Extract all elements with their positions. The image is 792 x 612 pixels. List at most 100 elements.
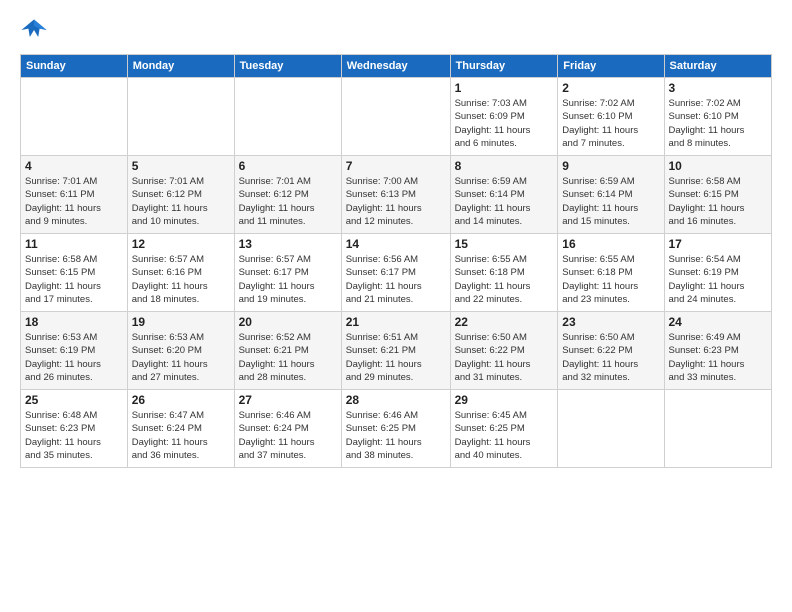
- day-detail: Sunrise: 6:46 AM Sunset: 6:25 PM Dayligh…: [346, 409, 446, 462]
- day-detail: Sunrise: 6:53 AM Sunset: 6:19 PM Dayligh…: [25, 331, 123, 384]
- calendar-cell: 13 Sunrise: 6:57 AM Sunset: 6:17 PM Dayli…: [234, 234, 341, 312]
- day-detail: Sunrise: 6:54 AM Sunset: 6:19 PM Dayligh…: [669, 253, 768, 306]
- calendar-cell: 9 Sunrise: 6:59 AM Sunset: 6:14 PM Daylig…: [558, 156, 664, 234]
- calendar-cell: 2Sunrise: 7:02 AM Sunset: 6:10 PM Daylig…: [558, 78, 664, 156]
- calendar-cell: 26 Sunrise: 6:47 AM Sunset: 6:24 PM Dayli…: [127, 390, 234, 468]
- day-number: 26: [132, 393, 230, 407]
- day-detail: Sunrise: 7:01 AM Sunset: 6:11 PM Dayligh…: [25, 175, 123, 228]
- day-number: 7: [346, 159, 446, 173]
- calendar-cell: 28 Sunrise: 6:46 AM Sunset: 6:25 PM Dayli…: [341, 390, 450, 468]
- day-detail: Sunrise: 6:58 AM Sunset: 6:15 PM Dayligh…: [25, 253, 123, 306]
- calendar-cell: 12 Sunrise: 6:57 AM Sunset: 6:16 PM Dayli…: [127, 234, 234, 312]
- calendar-cell: 20 Sunrise: 6:52 AM Sunset: 6:21 PM Dayli…: [234, 312, 341, 390]
- day-number: 3: [669, 81, 768, 95]
- header-cell-saturday: Saturday: [664, 55, 772, 78]
- day-detail: Sunrise: 6:53 AM Sunset: 6:20 PM Dayligh…: [132, 331, 230, 384]
- day-number: 12: [132, 237, 230, 251]
- day-number: 13: [239, 237, 337, 251]
- day-detail: Sunrise: 6:48 AM Sunset: 6:23 PM Dayligh…: [25, 409, 123, 462]
- day-detail: Sunrise: 6:52 AM Sunset: 6:21 PM Dayligh…: [239, 331, 337, 384]
- day-detail: Sunrise: 6:59 AM Sunset: 6:14 PM Dayligh…: [455, 175, 554, 228]
- page: SundayMondayTuesdayWednesdayThursdayFrid…: [0, 0, 792, 478]
- day-detail: Sunrise: 6:50 AM Sunset: 6:22 PM Dayligh…: [455, 331, 554, 384]
- day-number: 25: [25, 393, 123, 407]
- day-detail: Sunrise: 6:50 AM Sunset: 6:22 PM Dayligh…: [562, 331, 659, 384]
- calendar-cell: 17Sunrise: 6:54 AM Sunset: 6:19 PM Dayli…: [664, 234, 772, 312]
- logo-icon: [20, 16, 48, 44]
- day-number: 23: [562, 315, 659, 329]
- calendar-cell: 27 Sunrise: 6:46 AM Sunset: 6:24 PM Dayli…: [234, 390, 341, 468]
- day-number: 20: [239, 315, 337, 329]
- day-detail: Sunrise: 6:57 AM Sunset: 6:17 PM Dayligh…: [239, 253, 337, 306]
- calendar-cell: 18 Sunrise: 6:53 AM Sunset: 6:19 PM Dayli…: [21, 312, 128, 390]
- header-cell-wednesday: Wednesday: [341, 55, 450, 78]
- day-detail: Sunrise: 7:02 AM Sunset: 6:10 PM Dayligh…: [562, 97, 659, 150]
- calendar-cell: 23 Sunrise: 6:50 AM Sunset: 6:22 PM Dayli…: [558, 312, 664, 390]
- day-number: 5: [132, 159, 230, 173]
- day-detail: Sunrise: 6:59 AM Sunset: 6:14 PM Dayligh…: [562, 175, 659, 228]
- day-detail: Sunrise: 6:55 AM Sunset: 6:18 PM Dayligh…: [562, 253, 659, 306]
- day-number: 4: [25, 159, 123, 173]
- calendar-cell: 8 Sunrise: 6:59 AM Sunset: 6:14 PM Daylig…: [450, 156, 558, 234]
- day-detail: Sunrise: 7:00 AM Sunset: 6:13 PM Dayligh…: [346, 175, 446, 228]
- header-cell-monday: Monday: [127, 55, 234, 78]
- day-detail: Sunrise: 6:56 AM Sunset: 6:17 PM Dayligh…: [346, 253, 446, 306]
- calendar-cell: 3 Sunrise: 7:02 AM Sunset: 6:10 PM Daylig…: [664, 78, 772, 156]
- day-number: 27: [239, 393, 337, 407]
- calendar-cell: 29 Sunrise: 6:45 AM Sunset: 6:25 PM Dayli…: [450, 390, 558, 468]
- day-number: 28: [346, 393, 446, 407]
- calendar-cell: 5Sunrise: 7:01 AM Sunset: 6:12 PM Daylig…: [127, 156, 234, 234]
- calendar-cell: [664, 390, 772, 468]
- day-detail: Sunrise: 7:03 AM Sunset: 6:09 PM Dayligh…: [455, 97, 554, 150]
- calendar-cell: 14Sunrise: 6:56 AM Sunset: 6:17 PM Dayli…: [341, 234, 450, 312]
- day-detail: Sunrise: 6:58 AM Sunset: 6:15 PM Dayligh…: [669, 175, 768, 228]
- header-cell-friday: Friday: [558, 55, 664, 78]
- calendar-cell: 19 Sunrise: 6:53 AM Sunset: 6:20 PM Dayli…: [127, 312, 234, 390]
- calendar-cell: [21, 78, 128, 156]
- calendar-week-1: 4 Sunrise: 7:01 AM Sunset: 6:11 PM Daylig…: [21, 156, 772, 234]
- calendar-cell: 7 Sunrise: 7:00 AM Sunset: 6:13 PM Daylig…: [341, 156, 450, 234]
- day-detail: Sunrise: 6:46 AM Sunset: 6:24 PM Dayligh…: [239, 409, 337, 462]
- calendar-cell: [127, 78, 234, 156]
- day-detail: Sunrise: 7:02 AM Sunset: 6:10 PM Dayligh…: [669, 97, 768, 150]
- day-number: 11: [25, 237, 123, 251]
- day-detail: Sunrise: 6:55 AM Sunset: 6:18 PM Dayligh…: [455, 253, 554, 306]
- day-detail: Sunrise: 6:47 AM Sunset: 6:24 PM Dayligh…: [132, 409, 230, 462]
- calendar-cell: [234, 78, 341, 156]
- calendar-cell: 21 Sunrise: 6:51 AM Sunset: 6:21 PM Dayli…: [341, 312, 450, 390]
- day-detail: Sunrise: 6:45 AM Sunset: 6:25 PM Dayligh…: [455, 409, 554, 462]
- day-number: 29: [455, 393, 554, 407]
- header-cell-tuesday: Tuesday: [234, 55, 341, 78]
- calendar-cell: 10Sunrise: 6:58 AM Sunset: 6:15 PM Dayli…: [664, 156, 772, 234]
- calendar-cell: 24 Sunrise: 6:49 AM Sunset: 6:23 PM Dayli…: [664, 312, 772, 390]
- day-number: 6: [239, 159, 337, 173]
- day-number: 8: [455, 159, 554, 173]
- day-number: 1: [455, 81, 554, 95]
- calendar-cell: [558, 390, 664, 468]
- day-detail: Sunrise: 6:51 AM Sunset: 6:21 PM Dayligh…: [346, 331, 446, 384]
- day-detail: Sunrise: 6:49 AM Sunset: 6:23 PM Dayligh…: [669, 331, 768, 384]
- day-number: 19: [132, 315, 230, 329]
- calendar-cell: 6 Sunrise: 7:01 AM Sunset: 6:12 PM Daylig…: [234, 156, 341, 234]
- calendar-cell: 4 Sunrise: 7:01 AM Sunset: 6:11 PM Daylig…: [21, 156, 128, 234]
- day-detail: Sunrise: 7:01 AM Sunset: 6:12 PM Dayligh…: [239, 175, 337, 228]
- day-number: 9: [562, 159, 659, 173]
- calendar-cell: 22 Sunrise: 6:50 AM Sunset: 6:22 PM Dayli…: [450, 312, 558, 390]
- calendar-cell: 11 Sunrise: 6:58 AM Sunset: 6:15 PM Dayli…: [21, 234, 128, 312]
- calendar-cell: 1 Sunrise: 7:03 AM Sunset: 6:09 PM Daylig…: [450, 78, 558, 156]
- calendar-table: SundayMondayTuesdayWednesdayThursdayFrid…: [20, 54, 772, 468]
- logo: [20, 16, 52, 44]
- day-detail: Sunrise: 6:57 AM Sunset: 6:16 PM Dayligh…: [132, 253, 230, 306]
- header: [20, 16, 772, 44]
- calendar-cell: [341, 78, 450, 156]
- header-cell-sunday: Sunday: [21, 55, 128, 78]
- day-number: 24: [669, 315, 768, 329]
- day-number: 21: [346, 315, 446, 329]
- day-number: 18: [25, 315, 123, 329]
- calendar-week-4: 25 Sunrise: 6:48 AM Sunset: 6:23 PM Dayli…: [21, 390, 772, 468]
- header-cell-thursday: Thursday: [450, 55, 558, 78]
- calendar-week-3: 18 Sunrise: 6:53 AM Sunset: 6:19 PM Dayli…: [21, 312, 772, 390]
- day-number: 15: [455, 237, 554, 251]
- calendar-week-2: 11 Sunrise: 6:58 AM Sunset: 6:15 PM Dayli…: [21, 234, 772, 312]
- day-number: 22: [455, 315, 554, 329]
